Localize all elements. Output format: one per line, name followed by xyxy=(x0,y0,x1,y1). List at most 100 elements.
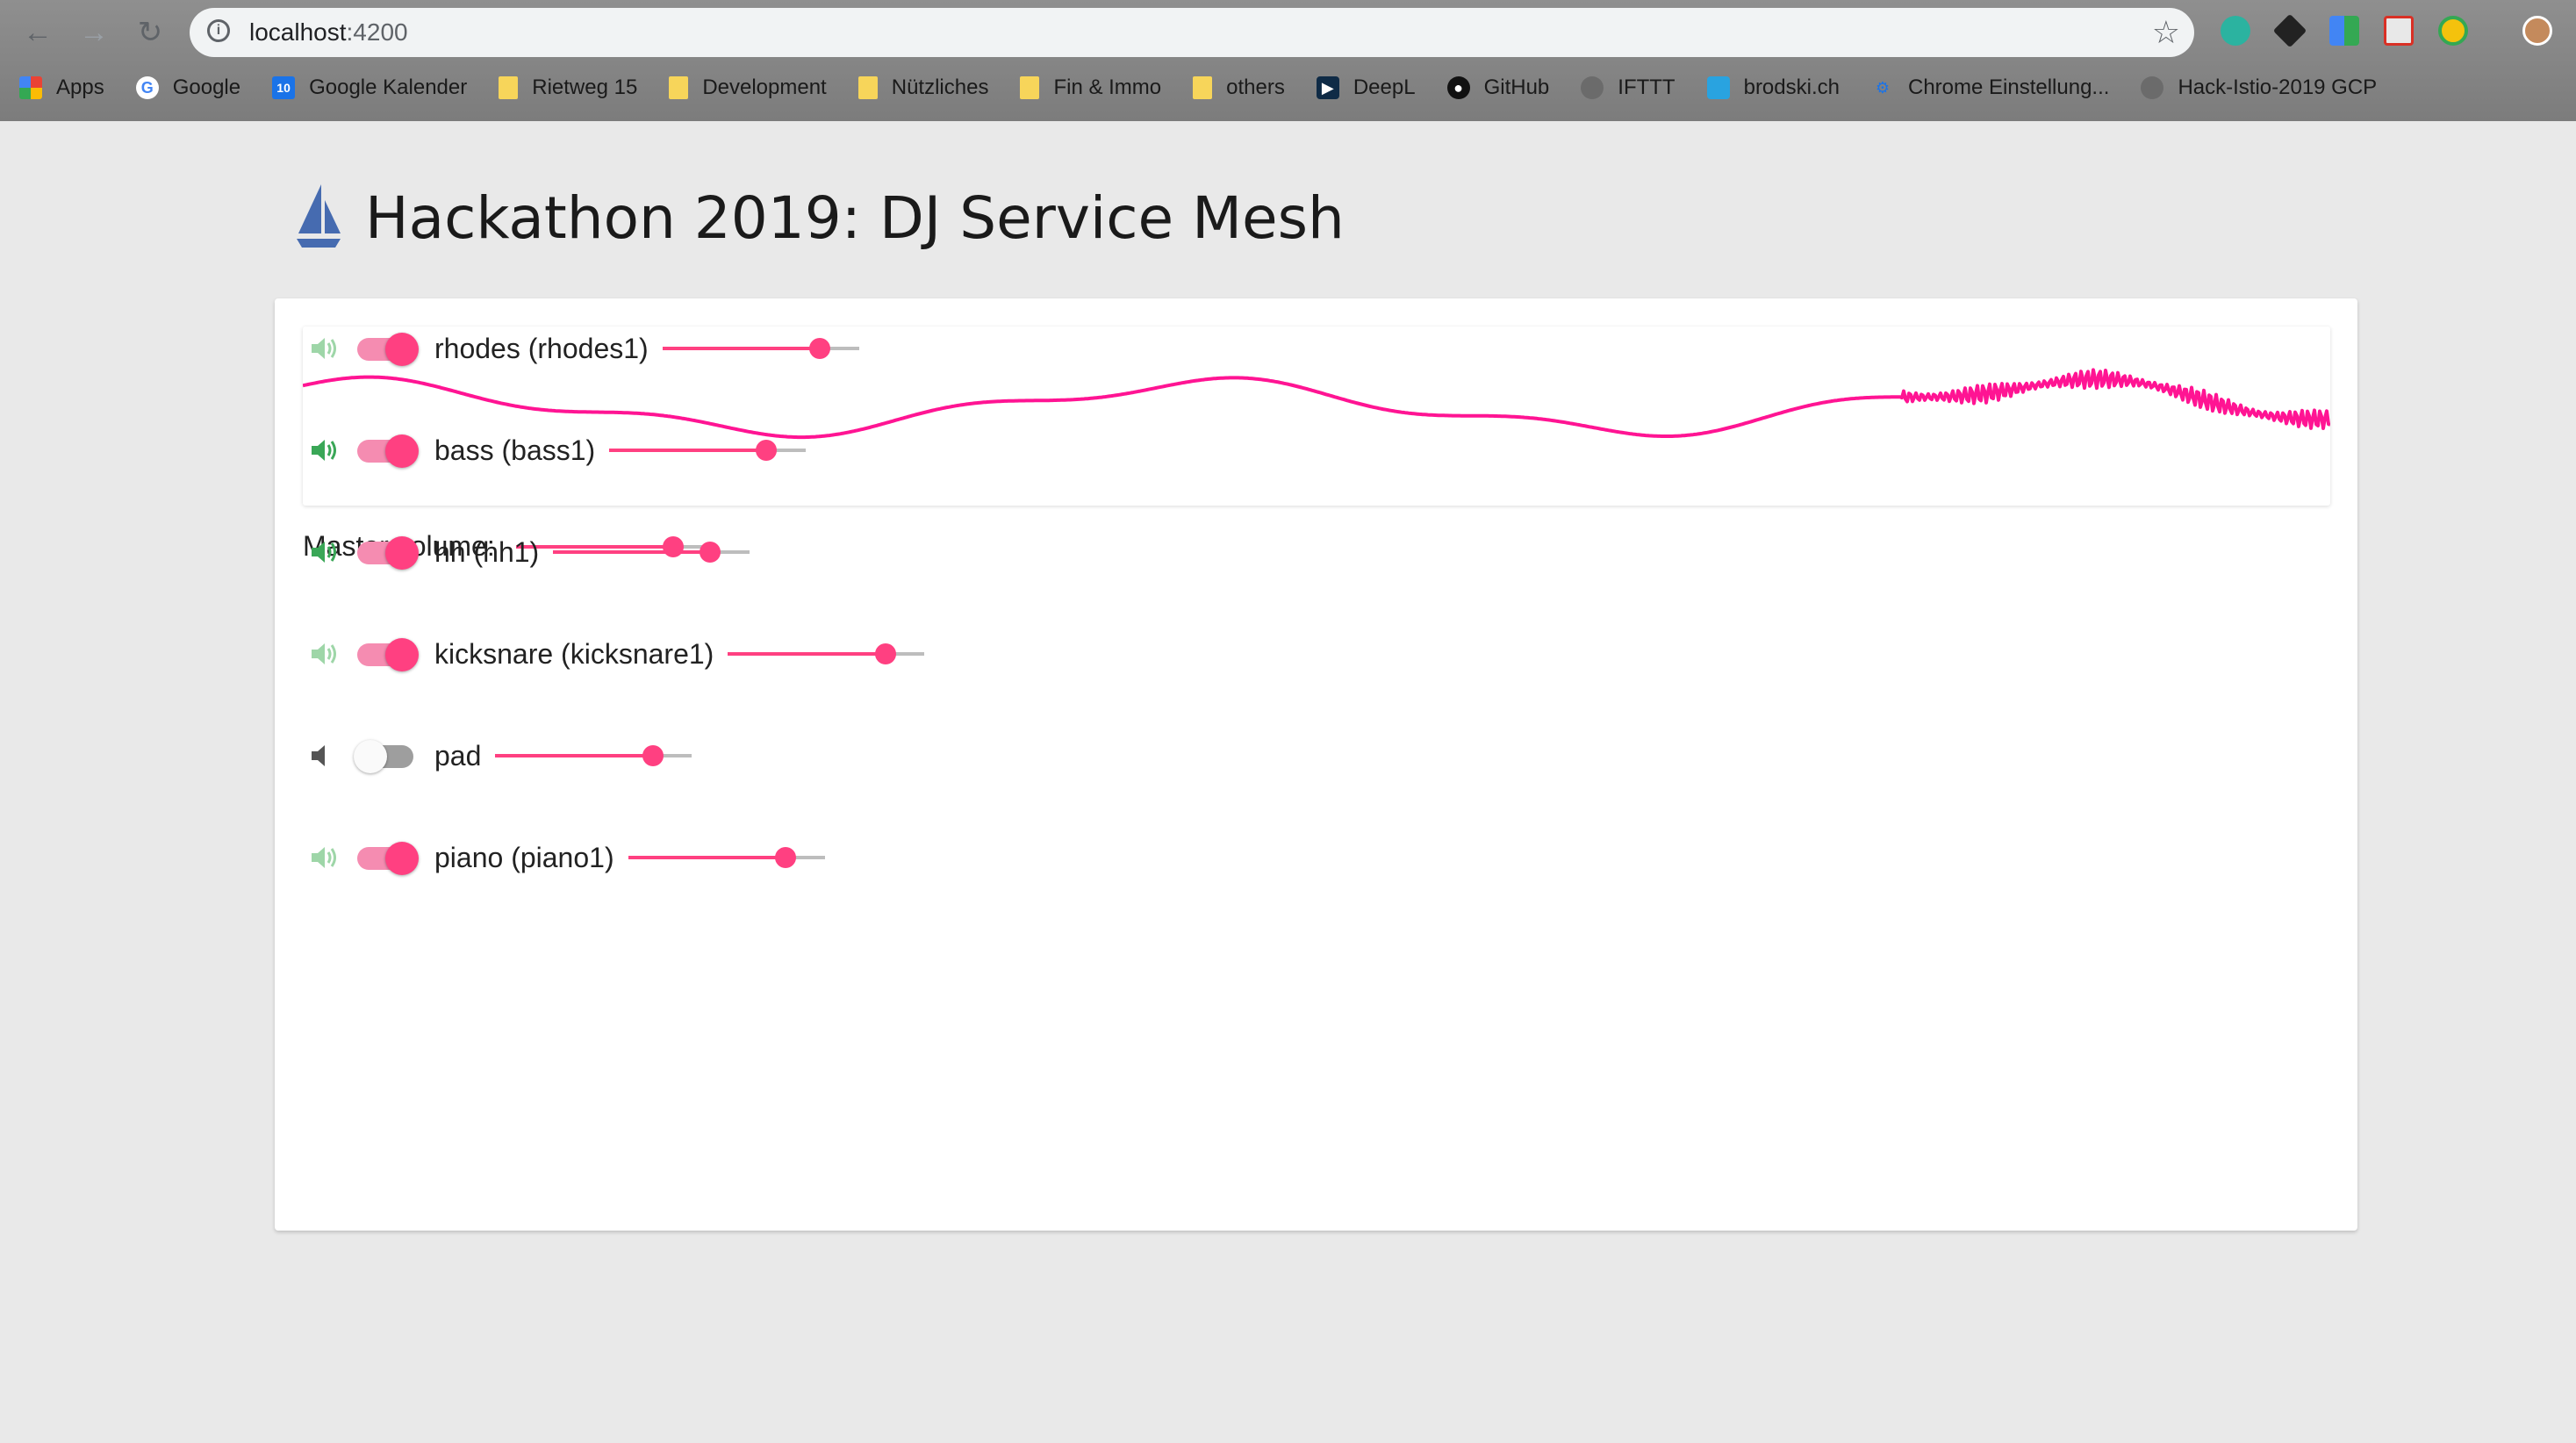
extension-teal-icon[interactable] xyxy=(2221,16,2250,46)
speaker-icon xyxy=(310,333,341,364)
toggle-thumb[interactable] xyxy=(354,740,387,773)
bookmark-item[interactable]: Apps xyxy=(19,75,104,100)
extension-circle-icon[interactable] xyxy=(2438,16,2468,46)
toggle-thumb[interactable] xyxy=(385,638,419,671)
bookmark-label: Hack-Istio-2019 GCP xyxy=(2178,75,2378,99)
channel-label: bass (bass1) xyxy=(434,434,596,466)
toggle-thumb[interactable] xyxy=(385,842,419,875)
channel-toggle[interactable] xyxy=(354,738,419,773)
url-port: :4200 xyxy=(346,18,408,46)
forward-arrow-icon[interactable]: → xyxy=(74,12,114,53)
speaker-icon xyxy=(310,536,341,568)
bookmark-item[interactable]: Rietweg 15 xyxy=(499,75,637,100)
slider-fill xyxy=(609,449,767,452)
bookmark-item[interactable]: Fin & Immo xyxy=(1020,75,1161,100)
globe-icon xyxy=(1581,76,1604,99)
folder-icon xyxy=(669,76,689,99)
bookmark-label: others xyxy=(1226,75,1285,99)
site-icon xyxy=(1706,76,1730,99)
gear-icon: ⚙ xyxy=(1875,78,1891,97)
channel-volume-slider[interactable] xyxy=(553,538,750,566)
bookmark-label: Fin & Immo xyxy=(1053,75,1162,99)
channel-label: hh (hh1) xyxy=(434,535,540,568)
apps-grid-icon xyxy=(19,76,42,99)
folder-icon xyxy=(499,76,519,99)
slider-thumb[interactable] xyxy=(642,745,664,766)
toggle-thumb[interactable] xyxy=(385,536,419,570)
bookmark-item[interactable]: ⚙ Chrome Einstellung... xyxy=(1871,75,2110,100)
channel-row: rhodes (rhodes1) xyxy=(310,327,859,370)
channel-toggle[interactable] xyxy=(355,433,419,468)
channel-row: kicksnare (kicksnare1) xyxy=(310,632,925,676)
site-info-icon[interactable]: i xyxy=(207,19,230,42)
page-header: Hackathon 2019: DJ Service Mesh xyxy=(293,183,1345,253)
speaker-icon xyxy=(310,434,341,466)
url-host: localhost xyxy=(249,18,347,46)
bookmark-item[interactable]: Development xyxy=(669,75,827,100)
channel-label: kicksnare (kicksnare1) xyxy=(434,637,714,670)
channel-volume-slider[interactable] xyxy=(728,640,925,668)
bookmark-item[interactable]: brodski.ch xyxy=(1706,75,1840,100)
folder-icon xyxy=(1020,76,1040,99)
extension-google-icon[interactable] xyxy=(2329,16,2359,46)
channel-volume-slider[interactable] xyxy=(495,742,692,770)
page-title: Hackathon 2019: DJ Service Mesh xyxy=(365,183,1345,252)
channel-volume-slider[interactable] xyxy=(662,334,859,363)
channel-toggle[interactable] xyxy=(355,636,419,671)
bookmark-label: Chrome Einstellung... xyxy=(1907,75,2110,99)
slider-thumb[interactable] xyxy=(774,847,796,868)
folder-icon xyxy=(857,76,878,99)
bookmark-label: Rietweg 15 xyxy=(532,75,638,99)
bookmark-label: Apps xyxy=(56,75,104,99)
browser-chrome: ← → ↻ i localhost:4200 ☆ Apps G Google 10 Go… xyxy=(0,0,2576,121)
slider-thumb[interactable] xyxy=(700,542,721,563)
extension-translate-icon[interactable] xyxy=(2384,16,2414,46)
bookmark-item[interactable]: ● GitHub xyxy=(1446,75,1549,100)
channel-row: bass (bass1) xyxy=(310,428,807,472)
bookmark-item[interactable]: IFTTT xyxy=(1581,75,1675,100)
url-text[interactable]: localhost:4200 xyxy=(249,18,408,47)
bookmark-item[interactable]: 10 Google Kalender xyxy=(272,75,467,100)
back-arrow-icon[interactable]: ← xyxy=(18,12,58,53)
channel-label: rhodes (rhodes1) xyxy=(434,332,649,364)
channel-toggle[interactable] xyxy=(355,331,419,366)
deepl-icon: ▶ xyxy=(1316,76,1339,99)
slider-fill xyxy=(628,856,786,859)
channel-label: pad xyxy=(434,739,482,772)
extension-git-icon[interactable] xyxy=(2272,13,2307,48)
slider-fill xyxy=(728,652,886,656)
channel-toggle[interactable] xyxy=(355,535,419,570)
bookmark-item[interactable]: Hack-Istio-2019 GCP xyxy=(2141,75,2377,100)
bookmark-item[interactable]: ▶ DeepL xyxy=(1316,75,1416,100)
bookmarks-bar: Apps G Google 10 Google Kalender Rietweg 15 De… xyxy=(19,68,2408,107)
bookmark-item[interactable]: others xyxy=(1193,75,1285,100)
channel-volume-slider[interactable] xyxy=(609,436,807,464)
bookmark-star-icon[interactable]: ☆ xyxy=(2152,14,2180,51)
channel-row: piano (piano1) xyxy=(310,836,825,879)
channel-volume-slider[interactable] xyxy=(628,844,825,872)
slider-thumb[interactable] xyxy=(808,338,830,359)
slider-thumb[interactable] xyxy=(874,643,896,664)
toggle-thumb[interactable] xyxy=(385,333,419,366)
globe-icon xyxy=(2141,76,2164,99)
sailboat-logo-icon xyxy=(297,184,341,248)
calendar-icon: 10 xyxy=(272,76,296,99)
bookmark-label: IFTTT xyxy=(1618,75,1675,99)
bookmark-label: brodski.ch xyxy=(1743,75,1840,99)
speaker-muted-icon xyxy=(310,740,341,772)
toggle-thumb[interactable] xyxy=(385,434,419,468)
channel-label: piano (piano1) xyxy=(434,841,614,873)
profile-avatar[interactable] xyxy=(2522,16,2552,46)
channel-row: pad xyxy=(310,734,692,778)
speaker-icon xyxy=(310,842,341,873)
folder-icon xyxy=(1193,76,1213,99)
address-bar[interactable]: i localhost:4200 ☆ xyxy=(190,8,2194,57)
mixer-card: Master volume: rhodes (rhodes1) bass (bas… xyxy=(275,298,2357,1231)
channel-toggle[interactable] xyxy=(355,840,419,875)
slider-thumb[interactable] xyxy=(756,440,778,461)
reload-icon[interactable]: ↻ xyxy=(130,12,170,53)
slider-fill xyxy=(662,347,820,350)
bookmark-item[interactable]: G Google xyxy=(135,75,240,100)
bookmark-label: Google Kalender xyxy=(309,75,468,99)
bookmark-item[interactable]: Nützliches xyxy=(857,75,988,100)
